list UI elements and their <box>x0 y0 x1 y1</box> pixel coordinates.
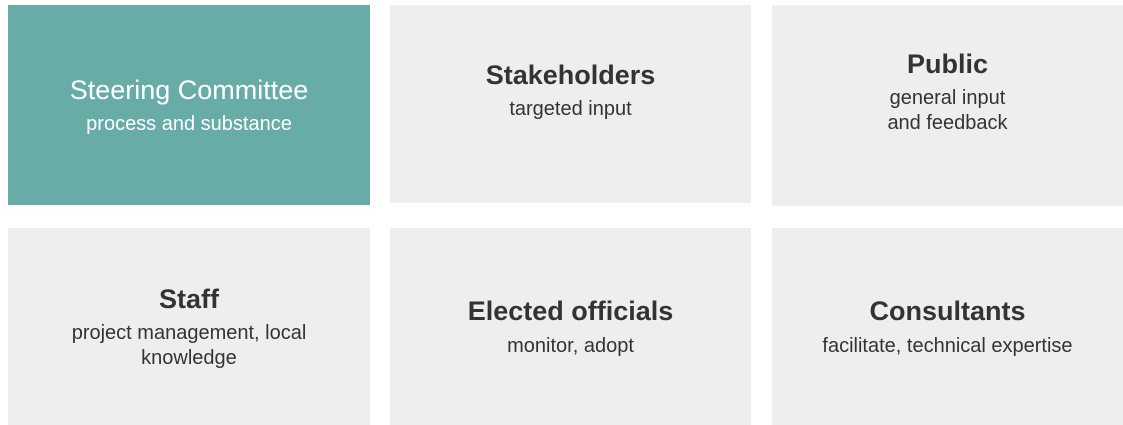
elected-officials-card: Elected officials monitor, adopt <box>390 228 751 425</box>
card-title: Consultants <box>869 296 1026 327</box>
card-title: Elected officials <box>467 296 674 327</box>
card-title: Steering Committee <box>69 74 309 105</box>
stakeholders-card: Stakeholders targeted input <box>390 5 751 203</box>
card-title: Staff <box>159 283 219 314</box>
card-description: facilitate, technical expertise <box>822 334 1073 357</box>
steering-committee-card: Steering Committee process and substance <box>8 5 370 205</box>
staff-card: Staff project management, local knowledg… <box>8 228 370 425</box>
roles-grid: Steering Committee process and substance… <box>0 0 1123 425</box>
consultants-card: Consultants facilitate, technical expert… <box>772 228 1123 425</box>
public-card: Public general input and feedback <box>772 5 1123 206</box>
card-description: monitor, adopt <box>507 334 634 357</box>
card-description: general input and feedback <box>887 87 1008 134</box>
card-title: Stakeholders <box>485 59 656 90</box>
card-title: Public <box>906 48 988 79</box>
card-description: targeted input <box>509 98 632 120</box>
card-description: process and substance <box>86 113 292 135</box>
card-description: project management, local knowledge <box>71 322 307 369</box>
